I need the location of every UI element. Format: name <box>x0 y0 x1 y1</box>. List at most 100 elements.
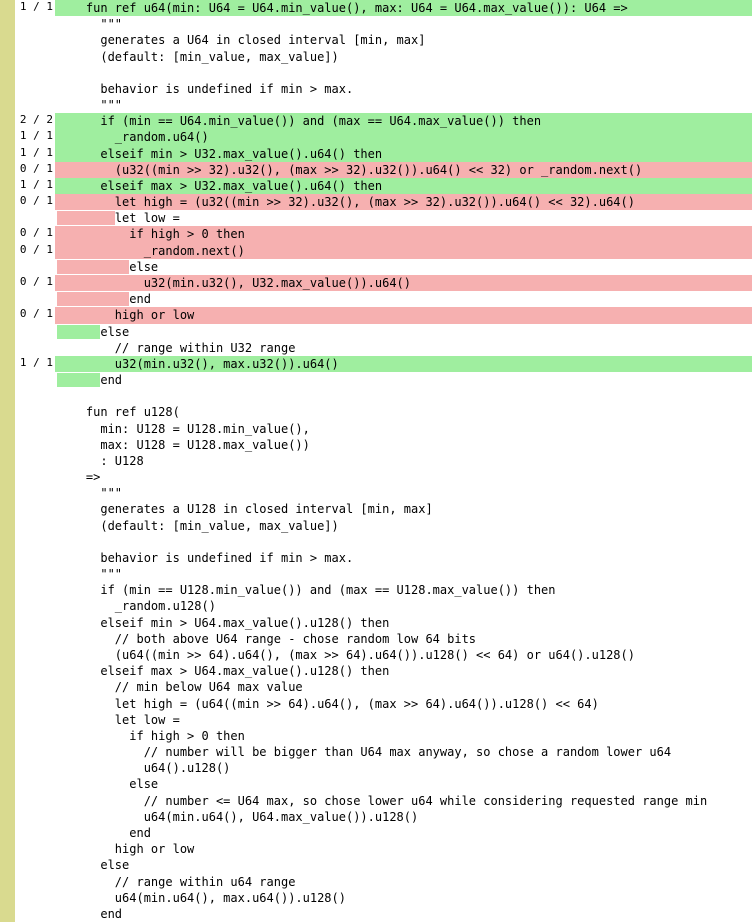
coverage-count <box>15 744 55 760</box>
coverage-count: 0 / 1 <box>15 307 55 323</box>
coverage-count <box>15 647 55 663</box>
code-text: else <box>55 776 752 792</box>
code-text: end <box>55 825 752 841</box>
code-text: if (min == U64.min_value()) and (max == … <box>55 113 752 129</box>
code-text: high or low <box>55 307 752 323</box>
coverage-count <box>15 97 55 113</box>
code-line: // range within u64 range <box>15 874 752 890</box>
code-line: 1 / 1 _random.u64() <box>15 129 752 145</box>
coverage-count <box>15 49 55 65</box>
code-line: // min below U64 max value <box>15 679 752 695</box>
code-text: elseif min > U32.max_value().u64() then <box>55 146 752 162</box>
coverage-count <box>15 340 55 356</box>
indent-highlight <box>57 325 100 339</box>
code-line: 1 / 1 elseif min > U32.max_value().u64()… <box>15 146 752 162</box>
coverage-count <box>15 534 55 550</box>
code-text: u64(min.u64(), max.u64()).u128() <box>55 890 752 906</box>
coverage-count <box>15 890 55 906</box>
code-text: if (min == U128.min_value()) and (max ==… <box>55 582 752 598</box>
code-text: (u32((min >> 32).u32(), (max >> 32).u32(… <box>55 162 752 178</box>
code-text: u64().u128() <box>55 760 752 776</box>
code-line: 0 / 1 if high > 0 then <box>15 226 752 242</box>
coverage-count <box>15 598 55 614</box>
code-line: 1 / 1 elseif max > U32.max_value().u64()… <box>15 178 752 194</box>
code-line: (default: [min_value, max_value]) <box>15 518 752 534</box>
coverage-count <box>15 65 55 81</box>
coverage-count <box>15 841 55 857</box>
code-line: 1 / 1 fun ref u64(min: U64 = U64.min_val… <box>15 0 752 16</box>
code-line: behavior is undefined if min > max. <box>15 550 752 566</box>
coverage-count <box>15 615 55 631</box>
code-text: fun ref u64(min: U64 = U64.min_value(), … <box>55 0 752 16</box>
code-line: let low = <box>15 210 752 226</box>
coverage-count <box>15 81 55 97</box>
code-listing: 1 / 1 fun ref u64(min: U64 = U64.min_val… <box>15 0 752 922</box>
coverage-count: 0 / 1 <box>15 275 55 291</box>
code-text: // range within U32 range <box>55 340 752 356</box>
code-line: generates a U128 in closed interval [min… <box>15 501 752 517</box>
code-text: generates a U128 in closed interval [min… <box>55 501 752 517</box>
code-line: min: U128 = U128.min_value(), <box>15 421 752 437</box>
coverage-count <box>15 16 55 32</box>
coverage-count: 1 / 1 <box>15 146 55 162</box>
code-line: end <box>15 906 752 922</box>
coverage-count <box>15 809 55 825</box>
code-text <box>55 65 752 81</box>
code-line: if (min == U128.min_value()) and (max ==… <box>15 582 752 598</box>
coverage-count: 2 / 2 <box>15 113 55 129</box>
coverage-count <box>15 696 55 712</box>
code-line: elseif max > U64.max_value().u128() then <box>15 663 752 679</box>
code-text: generates a U64 in closed interval [min,… <box>55 32 752 48</box>
code-line: else <box>15 857 752 873</box>
code-line: u64().u128() <box>15 760 752 776</box>
code-text: behavior is undefined if min > max. <box>55 550 752 566</box>
coverage-count <box>15 874 55 890</box>
code-text: end <box>55 372 752 388</box>
code-text: end <box>55 906 752 922</box>
code-line: // range within U32 range <box>15 340 752 356</box>
code-line: 2 / 2 if (min == U64.min_value()) and (m… <box>15 113 752 129</box>
code-remainder: end <box>100 373 122 387</box>
coverage-report: 1 / 1 fun ref u64(min: U64 = U64.min_val… <box>0 0 752 922</box>
code-line: // number <= U64 max, so chose lower u64… <box>15 793 752 809</box>
code-line: (u64((min >> 64).u64(), (max >> 64).u64(… <box>15 647 752 663</box>
code-text: let high = (u32((min >> 32).u32(), (max … <box>55 194 752 210</box>
coverage-count <box>15 760 55 776</box>
code-line: high or low <box>15 841 752 857</box>
coverage-count <box>15 728 55 744</box>
coverage-count <box>15 485 55 501</box>
code-text: max: U128 = U128.max_value()) <box>55 437 752 453</box>
code-line: let high = (u64((min >> 64).u64(), (max … <box>15 696 752 712</box>
code-text: else <box>55 857 752 873</box>
code-remainder: else <box>129 260 158 274</box>
coverage-count: 1 / 1 <box>15 0 55 16</box>
code-line: """ <box>15 97 752 113</box>
code-line: end <box>15 291 752 307</box>
coverage-count <box>15 566 55 582</box>
coverage-count <box>15 501 55 517</box>
code-text: u32(min.u32(), max.u32()).u64() <box>55 356 752 372</box>
coverage-count <box>15 631 55 647</box>
coverage-count <box>15 469 55 485</box>
code-line: """ <box>15 566 752 582</box>
coverage-count <box>15 663 55 679</box>
code-text: elseif max > U64.max_value().u128() then <box>55 663 752 679</box>
code-remainder: let low = <box>115 211 180 225</box>
code-line: """ <box>15 485 752 501</box>
code-text: _random.next() <box>55 243 752 259</box>
coverage-count <box>15 582 55 598</box>
code-line: 0 / 1 high or low <box>15 307 752 323</box>
code-text: // range within u64 range <box>55 874 752 890</box>
code-line: elseif min > U64.max_value().u128() then <box>15 615 752 631</box>
code-text: // number will be bigger than U64 max an… <box>55 744 752 760</box>
code-line: 0 / 1 _random.next() <box>15 243 752 259</box>
code-line: else <box>15 324 752 340</box>
code-text: _random.u128() <box>55 598 752 614</box>
code-text: end <box>55 291 752 307</box>
code-line: generates a U64 in closed interval [min,… <box>15 32 752 48</box>
coverage-count: 0 / 1 <box>15 194 55 210</box>
code-text: fun ref u128( <box>55 404 752 420</box>
code-line: : U128 <box>15 453 752 469</box>
coverage-count <box>15 372 55 388</box>
code-text: """ <box>55 566 752 582</box>
